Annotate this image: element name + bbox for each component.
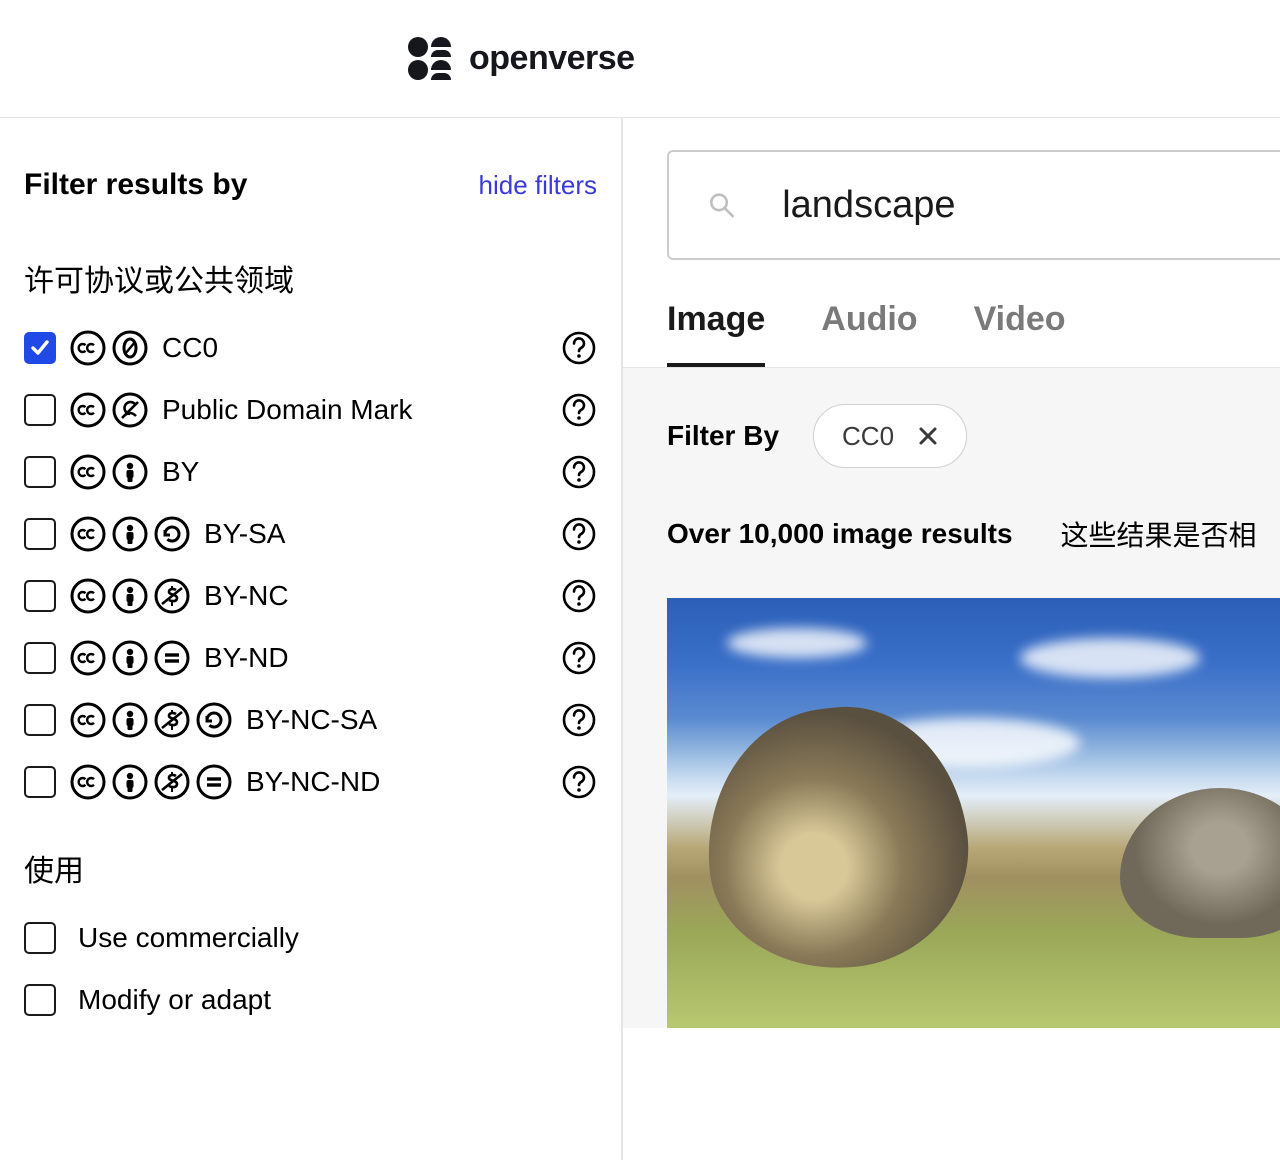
tab-image[interactable]: Image xyxy=(667,300,765,367)
search-box[interactable] xyxy=(667,150,1280,260)
close-icon[interactable] xyxy=(918,426,938,446)
results-count: Over 10,000 image results xyxy=(667,518,1013,550)
nd-icon xyxy=(154,640,190,676)
usage-label: Use commercially xyxy=(78,922,299,954)
cc-icon xyxy=(70,392,106,428)
by-icon xyxy=(112,578,148,614)
cc-icon xyxy=(70,454,106,490)
license-checkbox[interactable] xyxy=(24,518,56,550)
help-icon[interactable] xyxy=(561,392,597,428)
by-icon xyxy=(112,702,148,738)
search-icon xyxy=(707,188,736,222)
usage-section-title: 使用 xyxy=(24,846,597,890)
license-checkbox[interactable] xyxy=(24,456,56,488)
license-checkbox[interactable] xyxy=(24,642,56,674)
help-icon[interactable] xyxy=(561,764,597,800)
license-checkbox[interactable] xyxy=(24,394,56,426)
license-label: BY-ND xyxy=(204,642,289,674)
license-filter-row: CC0 xyxy=(24,328,597,368)
app-header: openverse xyxy=(0,0,1280,118)
license-checkbox[interactable] xyxy=(24,704,56,736)
tab-audio[interactable]: Audio xyxy=(821,300,917,367)
help-icon[interactable] xyxy=(561,702,597,738)
usage-checkbox[interactable] xyxy=(24,922,56,954)
license-label: BY-SA xyxy=(204,518,285,550)
help-icon[interactable] xyxy=(561,330,597,366)
by-icon xyxy=(112,640,148,676)
license-checkbox[interactable] xyxy=(24,766,56,798)
usage-label: Modify or adapt xyxy=(78,984,271,1016)
active-filter-chip[interactable]: CC0 xyxy=(813,404,967,468)
cc-icon xyxy=(70,702,106,738)
filters-sidebar: Filter results by hide filters 许可协议或公共领域… xyxy=(0,118,623,1160)
license-label: BY-NC-ND xyxy=(246,766,380,798)
license-filter-row: BY xyxy=(24,452,597,492)
hide-filters-link[interactable]: hide filters xyxy=(479,170,598,201)
usage-checkbox[interactable] xyxy=(24,984,56,1016)
usage-filter-row: Modify or adapt xyxy=(24,980,597,1020)
help-icon[interactable] xyxy=(561,454,597,490)
results-relevance-question: 这些结果是否相 xyxy=(1061,514,1257,554)
results-panel: Image Audio Video Filter By CC0 Over 10,00… xyxy=(623,118,1280,1160)
license-filter-row: BY-ND xyxy=(24,638,597,678)
license-filter-row: Public Domain Mark xyxy=(24,390,597,430)
sa-icon xyxy=(196,702,232,738)
license-filter-row: BY-SA xyxy=(24,514,597,554)
license-checkbox[interactable] xyxy=(24,332,56,364)
pd-icon xyxy=(112,392,148,428)
cc-icon xyxy=(70,516,106,552)
help-icon[interactable] xyxy=(561,640,597,676)
zero-icon xyxy=(112,330,148,366)
cc-icon xyxy=(70,764,106,800)
filter-by-label: Filter By xyxy=(667,420,779,452)
by-icon xyxy=(112,454,148,490)
by-icon xyxy=(112,516,148,552)
brand-wordmark: openverse xyxy=(469,39,635,78)
license-checkbox[interactable] xyxy=(24,580,56,612)
result-thumbnail[interactable] xyxy=(667,598,1280,1028)
license-filter-row: BY-NC-ND xyxy=(24,762,597,802)
license-label: CC0 xyxy=(162,332,218,364)
filters-title: Filter results by xyxy=(24,168,247,202)
license-label: BY-NC-SA xyxy=(246,704,377,736)
help-icon[interactable] xyxy=(561,516,597,552)
license-filter-row: BY-NC xyxy=(24,576,597,616)
license-section-title: 许可协议或公共领域 xyxy=(24,256,597,300)
help-icon[interactable] xyxy=(561,578,597,614)
nc-icon xyxy=(154,702,190,738)
brand-logo[interactable]: openverse xyxy=(408,37,635,80)
search-input[interactable] xyxy=(782,184,1242,227)
license-label: BY-NC xyxy=(204,580,289,612)
license-label: Public Domain Mark xyxy=(162,394,413,426)
brand-mark-icon xyxy=(408,37,451,80)
license-filter-row: BY-NC-SA xyxy=(24,700,597,740)
by-icon xyxy=(112,764,148,800)
tab-video[interactable]: Video xyxy=(974,300,1066,367)
license-label: BY xyxy=(162,456,199,488)
chip-label: CC0 xyxy=(842,421,894,452)
cc-icon xyxy=(70,330,106,366)
nc-icon xyxy=(154,764,190,800)
media-type-tabs: Image Audio Video xyxy=(667,300,1280,367)
usage-filter-row: Use commercially xyxy=(24,918,597,958)
nc-icon xyxy=(154,578,190,614)
cc-icon xyxy=(70,578,106,614)
sa-icon xyxy=(154,516,190,552)
cc-icon xyxy=(70,640,106,676)
nd-icon xyxy=(196,764,232,800)
